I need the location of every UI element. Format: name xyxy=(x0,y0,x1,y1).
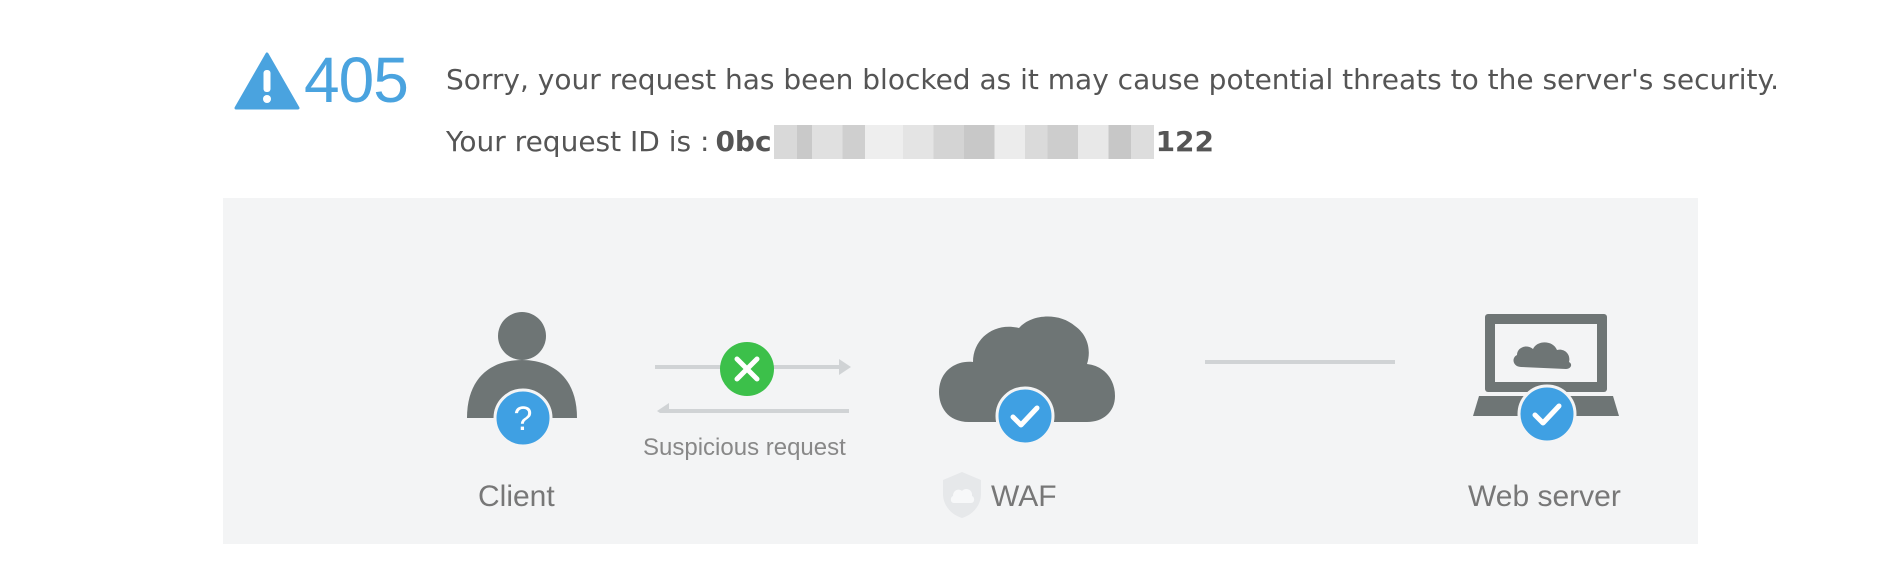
waf-diagram: ? Client Suspicious request WAF Web serv… xyxy=(223,198,1698,544)
client-node: ? xyxy=(463,310,583,450)
question-icon: ? xyxy=(493,388,553,448)
close-circle-icon xyxy=(719,341,775,397)
warning-triangle-icon xyxy=(234,52,300,110)
waf-node xyxy=(939,314,1119,454)
error-code: 405 xyxy=(304,44,409,116)
error-message: Sorry, your request has been blocked as … xyxy=(446,63,1779,96)
shield-icon xyxy=(941,470,983,520)
connector-line xyxy=(1205,360,1395,364)
request-id-line: Your request ID is : 0bc 122 xyxy=(446,124,1214,160)
checkmark-icon xyxy=(1517,384,1577,444)
waf-label: WAF xyxy=(991,480,1057,513)
error-header: 405 Sorry, your request has been blocked… xyxy=(234,44,1779,174)
request-id-prefix: 0bc xyxy=(715,125,772,158)
request-id-suffix: 122 xyxy=(1155,125,1215,158)
web-server-node xyxy=(1471,312,1621,452)
request-id-label: Your request ID is : xyxy=(446,125,710,158)
request-id-redacted xyxy=(773,125,1154,159)
suspicious-request-label: Suspicious request xyxy=(643,434,846,461)
checkmark-icon xyxy=(995,386,1055,446)
svg-text:?: ? xyxy=(514,400,533,438)
client-label: Client xyxy=(478,480,555,513)
web-server-label: Web server xyxy=(1468,480,1621,513)
